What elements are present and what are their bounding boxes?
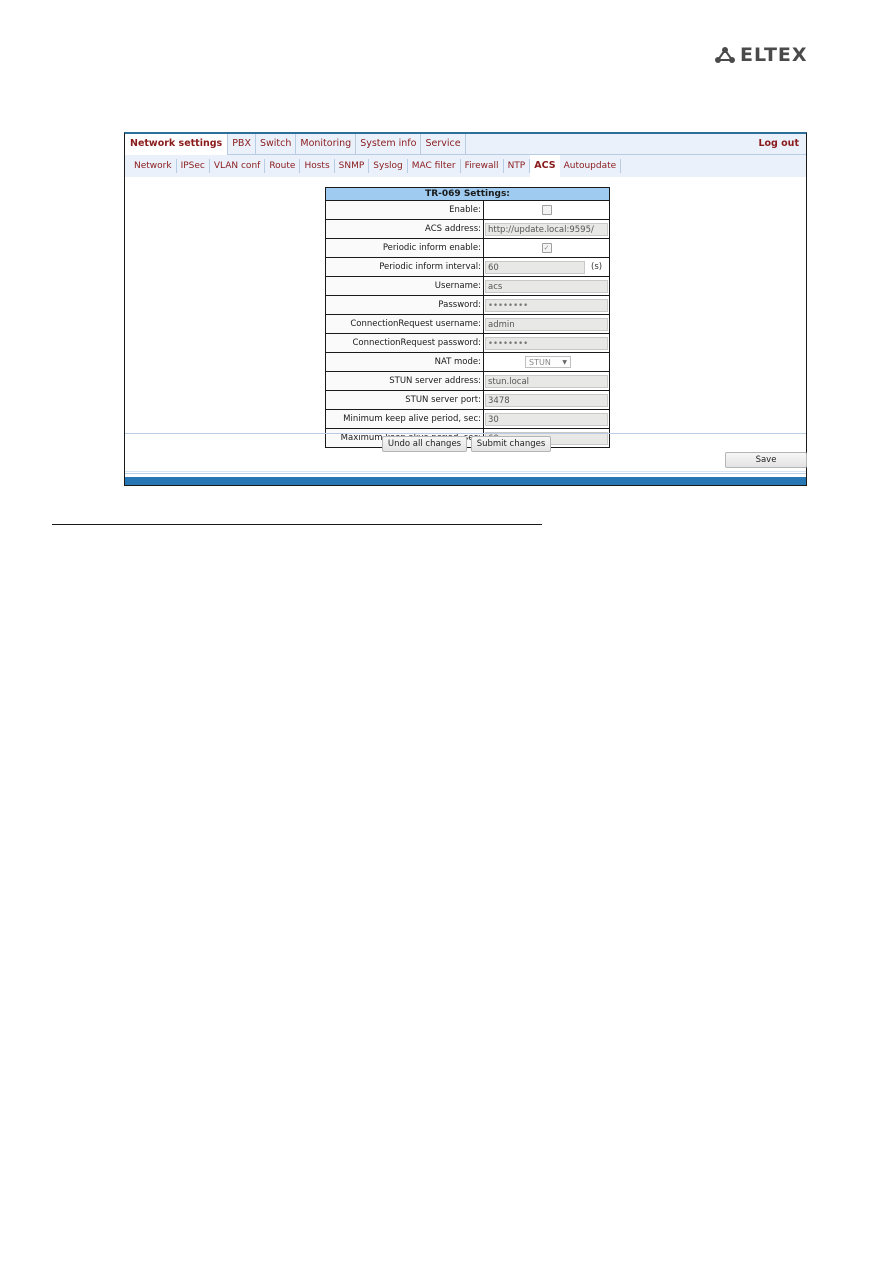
save-button[interactable]: Save	[725, 452, 807, 468]
subtab-ntp[interactable]: NTP	[504, 159, 531, 173]
row-cr-password: ConnectionRequest password: ••••••••	[325, 333, 610, 353]
row-password: Password: ••••••••	[325, 295, 610, 315]
logout-link[interactable]: Log out	[758, 134, 799, 154]
row-stun-address: STUN server address: stun.local	[325, 371, 610, 391]
stun-port-input[interactable]: 3478	[485, 393, 608, 407]
stun-address-input[interactable]: stun.local	[485, 374, 608, 388]
eltex-logo-text: ELTEX	[740, 44, 808, 66]
tab-system-info[interactable]: System info	[356, 134, 422, 154]
enable-label: Enable:	[325, 200, 484, 220]
undo-all-changes-button[interactable]: Undo all changes	[382, 436, 467, 452]
eltex-logo: ELTEX	[714, 44, 808, 66]
tab-switch[interactable]: Switch	[256, 134, 297, 154]
subtab-autoupdate[interactable]: Autoupdate	[560, 159, 622, 173]
row-periodic-enable: Periodic inform enable: ✓	[325, 238, 610, 258]
content-divider	[125, 433, 806, 434]
row-cr-username: ConnectionRequest username: admin	[325, 314, 610, 334]
tab-monitoring[interactable]: Monitoring	[296, 134, 357, 154]
periodic-inform-interval-input[interactable]: 60	[485, 260, 585, 274]
row-nat-mode: NAT mode: STUN ▼	[325, 352, 610, 372]
subtab-hosts[interactable]: Hosts	[300, 159, 335, 173]
row-acs-address: ACS address: http://update.local:9595/	[325, 219, 610, 239]
settings-title: TR-069 Settings:	[325, 187, 610, 201]
min-keepalive-label: Minimum keep alive period, sec:	[325, 409, 484, 429]
eltex-logo-icon	[715, 47, 735, 63]
tab-service[interactable]: Service	[421, 134, 466, 154]
periodic-inform-enable-checkbox[interactable]: ✓	[541, 242, 552, 253]
sub-navigation-bar: Network IPSec VLAN conf Route Hosts SNMP…	[125, 155, 806, 177]
row-periodic-interval: Periodic inform interval: 60 (s)	[325, 257, 610, 277]
footer-bar	[125, 477, 806, 485]
row-min-keepalive: Minimum keep alive period, sec: 30	[325, 409, 610, 429]
subtab-mac-filter[interactable]: MAC filter	[408, 159, 461, 173]
horizontal-rule	[52, 524, 542, 525]
tr069-settings-table: TR-069 Settings: Enable: ACS address: ht…	[325, 187, 610, 448]
cr-username-label: ConnectionRequest username:	[325, 314, 484, 334]
subtab-firewall[interactable]: Firewall	[461, 159, 504, 173]
row-enable: Enable:	[325, 200, 610, 220]
subtab-snmp[interactable]: SNMP	[335, 159, 370, 173]
subtab-vlan-conf[interactable]: VLAN conf	[210, 159, 266, 173]
row-max-keepalive: Maximum keep alive period, sec: 60	[325, 428, 610, 448]
submit-changes-button[interactable]: Submit changes	[471, 436, 551, 452]
subtab-ipsec[interactable]: IPSec	[177, 159, 210, 173]
row-username: Username: acs	[325, 276, 610, 296]
password-label: Password:	[325, 295, 484, 315]
footer-stripe	[125, 471, 806, 472]
web-ui-window: Network settings PBX Switch Monitoring S…	[124, 132, 807, 486]
nat-mode-select[interactable]: STUN ▼	[525, 356, 571, 368]
nat-mode-label: NAT mode:	[325, 352, 484, 372]
tab-network-settings[interactable]: Network settings	[125, 134, 229, 155]
nat-mode-value: STUN	[529, 358, 551, 367]
min-keepalive-input[interactable]: 30	[485, 412, 608, 426]
cr-password-input[interactable]: ••••••••	[485, 336, 608, 350]
subtab-syslog[interactable]: Syslog	[369, 159, 408, 173]
password-input[interactable]: ••••••••	[485, 298, 608, 312]
interval-unit: (s)	[591, 262, 603, 272]
periodic-inform-interval-label: Periodic inform interval:	[325, 257, 484, 277]
acs-address-label: ACS address:	[325, 219, 484, 239]
sub-nav-tabs: Network IPSec VLAN conf Route Hosts SNMP…	[125, 155, 806, 177]
stun-address-label: STUN server address:	[325, 371, 484, 391]
top-navigation-bar: Network settings PBX Switch Monitoring S…	[125, 134, 806, 155]
subtab-acs[interactable]: ACS	[530, 155, 560, 177]
cr-username-input[interactable]: admin	[485, 317, 608, 331]
subtab-network[interactable]: Network	[130, 159, 177, 173]
tab-pbx[interactable]: PBX	[228, 134, 256, 154]
row-stun-port: STUN server port: 3478	[325, 390, 610, 410]
cr-password-label: ConnectionRequest password:	[325, 333, 484, 353]
periodic-inform-enable-label: Periodic inform enable:	[325, 238, 484, 258]
top-nav-tabs: Network settings PBX Switch Monitoring S…	[125, 134, 806, 155]
stun-port-label: STUN server port:	[325, 390, 484, 410]
acs-address-input[interactable]: http://update.local:9595/	[485, 222, 608, 236]
footer-stripe	[125, 473, 806, 474]
enable-checkbox[interactable]	[541, 204, 552, 215]
chevron-down-icon: ▼	[562, 359, 567, 366]
username-input[interactable]: acs	[485, 279, 608, 293]
username-label: Username:	[325, 276, 484, 296]
subtab-route[interactable]: Route	[265, 159, 301, 173]
